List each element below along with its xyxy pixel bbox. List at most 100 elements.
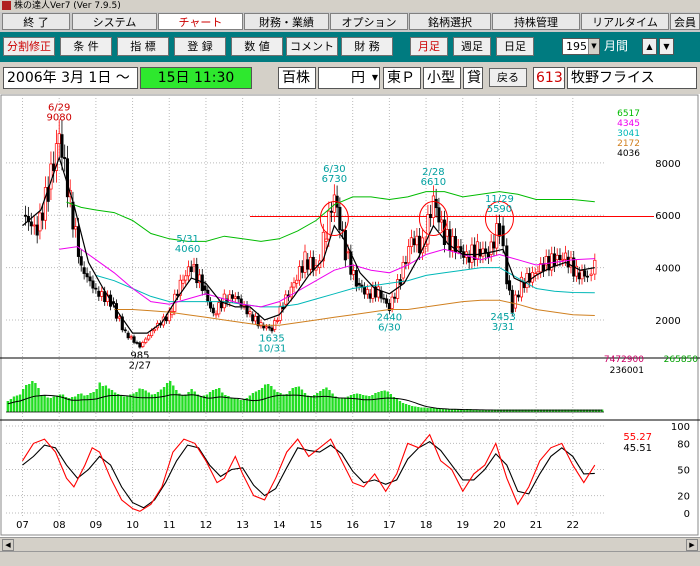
scroll-down-button[interactable]: ▼ [659, 38, 674, 55]
candle-body [211, 307, 215, 314]
volume-bar [407, 405, 411, 412]
weekly-button[interactable]: 週足 [453, 37, 491, 56]
month-tick-label: 08 [53, 520, 66, 531]
candle-body [91, 280, 95, 289]
volume-bar [169, 381, 172, 412]
candle-body [507, 280, 512, 291]
financial-button[interactable]: 財 務 [341, 37, 393, 56]
month-tick-label: 13 [236, 520, 249, 531]
chart-canvas[interactable]: 07 08 09 10 11 12 13 14 15 16 17 18 19 20 21 22 2000 4000… [0, 94, 700, 537]
candle-body [541, 263, 546, 272]
candle-body [470, 244, 474, 263]
month-tick-label: 11 [163, 520, 176, 531]
menu-member-button[interactable]: 会員 [670, 13, 700, 30]
volume-bar [89, 393, 92, 412]
volume-bar [190, 389, 193, 412]
horizontal-scrollbar[interactable]: ◀ ▶ [0, 537, 700, 552]
volume-bar [18, 394, 22, 412]
volume-bar [104, 385, 108, 412]
chart-area[interactable]: 07 08 09 10 11 12 13 14 15 16 17 18 19 20 21 22 2000 4000… [0, 94, 700, 551]
menu-chart-button[interactable]: チャート [158, 13, 243, 30]
volume-bar [239, 400, 242, 412]
menu-realtime-button[interactable]: リアルタイム [581, 13, 669, 30]
volume-bar [328, 390, 331, 412]
menu-holdings-button[interactable]: 持株管理 [492, 13, 580, 30]
indicator-button[interactable]: 指 標 [117, 37, 169, 56]
volume-bar [119, 395, 123, 412]
register-button[interactable]: 登 録 [174, 37, 226, 56]
menu-exit-button[interactable]: 終 了 [2, 13, 70, 30]
month-tick-label: 12 [200, 520, 213, 531]
candle-body [577, 272, 581, 280]
candle-body [525, 273, 529, 289]
candle-body [311, 256, 315, 271]
candle-body [222, 293, 226, 309]
volume-bar [401, 403, 405, 412]
peak-price-label: 6730 [322, 174, 347, 185]
volume-bar [377, 392, 380, 412]
volume-bar [319, 391, 322, 412]
volume-bar [426, 408, 429, 412]
currency-value: 円 [351, 70, 365, 86]
volume-bar [129, 394, 132, 412]
volume-bar [43, 395, 46, 412]
candle-body [354, 270, 358, 287]
ma-value-label: 4036 [617, 149, 640, 159]
volume-bar [34, 383, 37, 412]
values-button[interactable]: 数 値 [231, 37, 283, 56]
volume-bar [218, 388, 221, 412]
scroll-right-icon[interactable]: ▶ [686, 539, 698, 551]
stock-info-bar: 2006年 3月 1日 ～ 15日 11:30 百株 円 ▼ 東Ｐ 小型 貸 戻る… [0, 62, 700, 94]
peak-price-label: 6610 [421, 177, 446, 188]
candle-body [175, 293, 180, 296]
volume-bar [362, 395, 365, 412]
menu-stock-select-button[interactable]: 銘柄選択 [409, 13, 491, 30]
daily-button[interactable]: 日足 [496, 37, 534, 56]
candle-body [418, 235, 422, 254]
comment-button[interactable]: コメント [286, 37, 338, 56]
candle-body [248, 311, 252, 315]
monthly-button[interactable]: 月足 [410, 37, 448, 56]
candle-body [385, 298, 389, 304]
candle-body [561, 258, 565, 261]
split-adjust-button[interactable]: 分割修正 [3, 37, 55, 56]
candle-body [186, 266, 191, 277]
candle-body [346, 251, 350, 254]
chevron-down-icon[interactable]: ▼ [588, 39, 599, 54]
stoch-tick-label: 20 [677, 492, 690, 503]
menu-system-button[interactable]: システム [72, 13, 157, 30]
candle-body [29, 221, 33, 227]
back-button[interactable]: 戻る [489, 68, 527, 87]
volume-bar [126, 396, 129, 412]
candle-body [431, 195, 435, 219]
currency-select[interactable]: 円 ▼ [318, 67, 380, 89]
stock-code-field[interactable]: 6135 [533, 67, 565, 89]
candle-body [497, 223, 501, 237]
ma-value-label: 2172 [617, 139, 640, 149]
candle-body [357, 282, 361, 286]
candle-body [228, 294, 232, 303]
candle-body [100, 291, 104, 297]
menu-finance-button[interactable]: 財務・業績 [244, 13, 329, 30]
candle-body [513, 294, 517, 309]
candle-body [510, 289, 514, 313]
stoch-d-value-label: 45.51 [623, 443, 652, 454]
volume-bar [83, 395, 86, 412]
candle-body [341, 229, 345, 232]
chevron-down-icon[interactable]: ▼ [372, 68, 378, 88]
volume-bar [110, 390, 114, 412]
volume-bar [395, 399, 399, 412]
volume-bar [414, 406, 417, 412]
menu-option-button[interactable]: オプション [330, 13, 408, 30]
date-range-field[interactable]: 2006年 3月 1日 ～ [3, 67, 138, 89]
volume-bar [242, 399, 245, 412]
condition-button[interactable]: 条 件 [60, 37, 112, 56]
scroll-left-icon[interactable]: ◀ [2, 539, 14, 551]
volume-bar [156, 392, 160, 412]
candle-body [393, 296, 397, 299]
volume-bar [9, 399, 13, 412]
candle-body [284, 294, 288, 305]
scroll-up-button[interactable]: ▲ [642, 38, 657, 55]
period-count-select[interactable]: 195 ▼ [562, 38, 600, 55]
volume-bar [70, 397, 74, 412]
